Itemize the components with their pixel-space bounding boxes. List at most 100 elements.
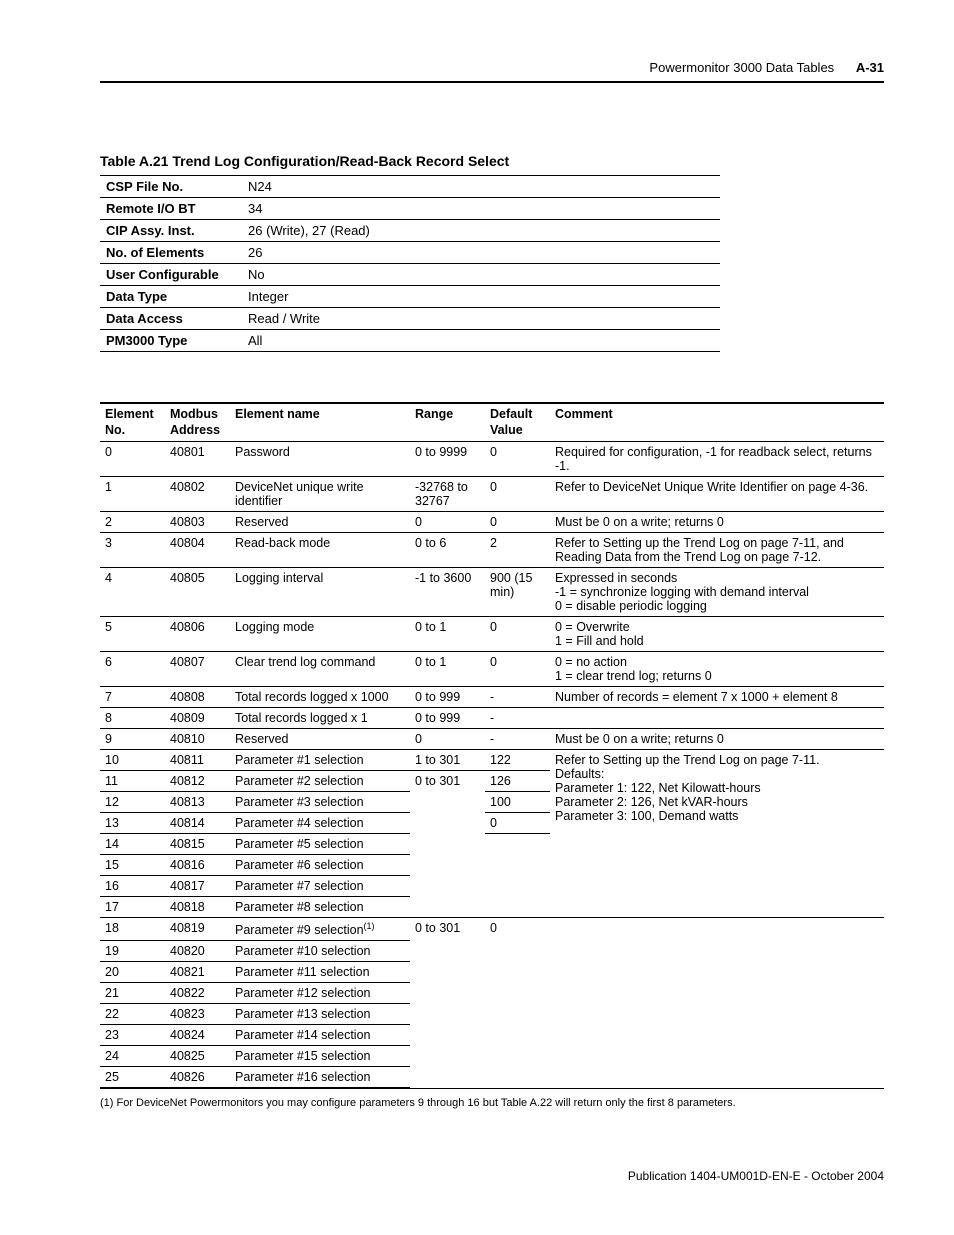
cell	[550, 708, 884, 729]
meta-key: CIP Assy. Inst.	[100, 220, 242, 242]
meta-key: Data Access	[100, 308, 242, 330]
meta-value: All	[242, 330, 720, 352]
cell: Refer to Setting up the Trend Log on pag…	[550, 750, 884, 918]
cell: Parameter #13 selection	[230, 1004, 410, 1025]
cell: 7	[100, 687, 165, 708]
col-range: Range	[410, 403, 485, 442]
cell: 2	[485, 533, 550, 568]
cell: 40803	[165, 512, 230, 533]
meta-key: Data Type	[100, 286, 242, 308]
cell: 17	[100, 897, 165, 918]
cell: Expressed in seconds-1 = synchronize log…	[550, 568, 884, 617]
cell: 0	[485, 918, 550, 1089]
col-comment: Comment	[550, 403, 884, 442]
cell: 22	[100, 1004, 165, 1025]
table-caption: Table A.21 Trend Log Configuration/Read-…	[100, 153, 884, 169]
cell: 21	[100, 983, 165, 1004]
cell: 25	[100, 1067, 165, 1089]
cell: 40817	[165, 876, 230, 897]
cell: 40821	[165, 962, 230, 983]
cell: 40805	[165, 568, 230, 617]
cell: 0	[410, 729, 485, 750]
header-page: A-31	[856, 60, 884, 75]
cell: 0 to 301	[410, 771, 485, 918]
cell: Parameter #7 selection	[230, 876, 410, 897]
cell: Logging mode	[230, 617, 410, 652]
cell: 40802	[165, 477, 230, 512]
cell: Must be 0 on a write; returns 0	[550, 512, 884, 533]
cell: 0	[485, 442, 550, 477]
cell: 1	[100, 477, 165, 512]
cell: 40801	[165, 442, 230, 477]
cell: Parameter #15 selection	[230, 1046, 410, 1067]
cell: 0	[100, 442, 165, 477]
cell: Parameter #16 selection	[230, 1067, 410, 1089]
cell: 40812	[165, 771, 230, 792]
cell: 0 = Overwrite1 = Fill and hold	[550, 617, 884, 652]
cell	[550, 918, 884, 1089]
cell: 40807	[165, 652, 230, 687]
cell: 10	[100, 750, 165, 771]
cell: 100	[485, 792, 550, 813]
cell: Read-back mode	[230, 533, 410, 568]
cell: 40816	[165, 855, 230, 876]
cell: Total records logged x 1	[230, 708, 410, 729]
meta-value: 26 (Write), 27 (Read)	[242, 220, 720, 242]
cell: 40810	[165, 729, 230, 750]
cell: 18	[100, 918, 165, 941]
cell: -	[485, 687, 550, 708]
cell: 16	[100, 876, 165, 897]
cell: 122	[485, 750, 550, 771]
col-modbus: Modbus Address	[165, 403, 230, 442]
cell: 0 to 1	[410, 617, 485, 652]
cell: Logging interval	[230, 568, 410, 617]
cell: Reserved	[230, 512, 410, 533]
meta-value: 26	[242, 242, 720, 264]
cell: 0	[485, 477, 550, 512]
cell: Parameter #4 selection	[230, 813, 410, 834]
cell: 40808	[165, 687, 230, 708]
cell: 13	[100, 813, 165, 834]
cell: 0 to 999	[410, 708, 485, 729]
cell: Clear trend log command	[230, 652, 410, 687]
cell: 40806	[165, 617, 230, 652]
cell: 4	[100, 568, 165, 617]
cell: 1 to 301	[410, 750, 485, 771]
cell: Parameter #5 selection	[230, 834, 410, 855]
meta-value: Read / Write	[242, 308, 720, 330]
cell: 40804	[165, 533, 230, 568]
cell: 40819	[165, 918, 230, 941]
col-element-no: Element No.	[100, 403, 165, 442]
cell: Refer to DeviceNet Unique Write Identifi…	[550, 477, 884, 512]
cell: 40820	[165, 941, 230, 962]
cell: 12	[100, 792, 165, 813]
page-header: Powermonitor 3000 Data Tables A-31	[100, 60, 884, 83]
cell: 0 to 999	[410, 687, 485, 708]
header-title: Powermonitor 3000 Data Tables	[649, 60, 834, 75]
cell: 40811	[165, 750, 230, 771]
cell: Parameter #2 selection	[230, 771, 410, 792]
cell: Parameter #1 selection	[230, 750, 410, 771]
cell: 15	[100, 855, 165, 876]
cell: 40823	[165, 1004, 230, 1025]
cell: 11	[100, 771, 165, 792]
cell: 40822	[165, 983, 230, 1004]
cell: Refer to Setting up the Trend Log on pag…	[550, 533, 884, 568]
meta-key: No. of Elements	[100, 242, 242, 264]
cell: 40809	[165, 708, 230, 729]
cell: Parameter #9 selection(1)	[230, 918, 410, 941]
cell: 14	[100, 834, 165, 855]
cell: 0	[485, 652, 550, 687]
cell: Password	[230, 442, 410, 477]
cell: 40813	[165, 792, 230, 813]
meta-table: CSP File No.N24Remote I/O BT34CIP Assy. …	[100, 175, 720, 352]
cell: 0 to 6	[410, 533, 485, 568]
cell: Reserved	[230, 729, 410, 750]
cell: -	[485, 708, 550, 729]
cell: 0 = no action1 = clear trend log; return…	[550, 652, 884, 687]
cell: 0 to 9999	[410, 442, 485, 477]
cell: 126	[485, 771, 550, 792]
meta-key: CSP File No.	[100, 176, 242, 198]
cell: 2	[100, 512, 165, 533]
meta-value: 34	[242, 198, 720, 220]
